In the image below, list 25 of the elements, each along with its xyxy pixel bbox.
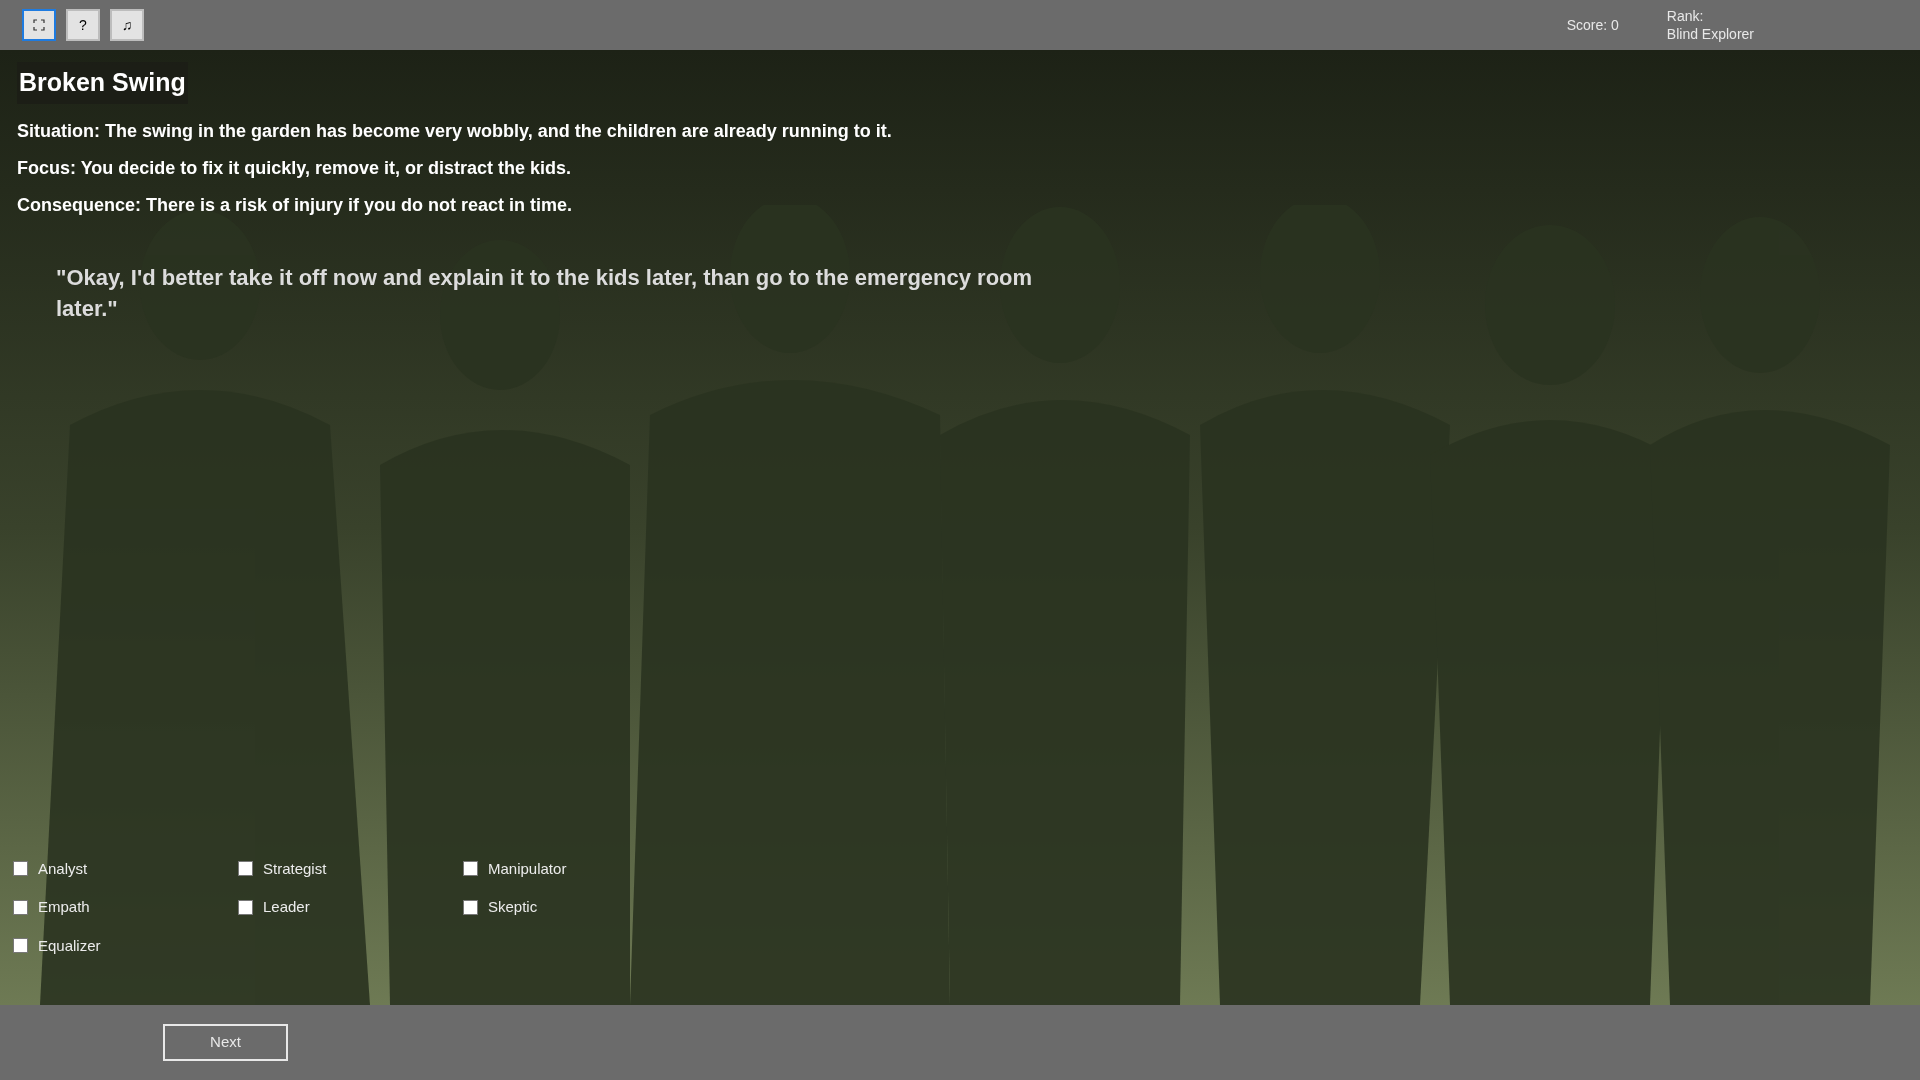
rank-value: Blind Explorer <box>1666 25 1754 43</box>
scenario-text: Consequence: There is a risk of injury if you do not react in time. <box>17 193 574 216</box>
checkbox-label: Analyst <box>38 858 88 879</box>
checkbox[interactable] <box>238 861 253 877</box>
next-button[interactable]: Next <box>163 1024 288 1061</box>
score-label: Score: 0 <box>1566 15 1619 35</box>
checkbox-label: Equalizer <box>38 935 101 956</box>
fullscreen-button[interactable] <box>22 9 56 41</box>
checkbox-label: Strategist <box>263 858 327 879</box>
checkbox[interactable] <box>463 861 478 877</box>
toolbar-button[interactable]: ? <box>66 9 100 41</box>
scenario-text: Focus: You decide to fix it quickly, remove it, or distract the kids. <box>17 156 573 179</box>
checkbox[interactable] <box>13 899 28 915</box>
checkbox-label: Leader <box>263 897 310 917</box>
fullscreen-icon <box>33 19 45 31</box>
checkbox-label: Skeptic <box>488 897 538 917</box>
quote-text: "Okay, I'd better take it off now and explain it to the kids later, than go to the emergency room later." <box>56 263 1034 323</box>
toolbar-button[interactable]: ♫ <box>110 9 144 41</box>
rank-label: Rank: <box>1666 7 1705 25</box>
scenario-text: Situation: The swing in the garden has become very wobbly, and the children are already running to it. <box>17 119 893 142</box>
checkbox[interactable] <box>13 861 28 877</box>
checkbox[interactable] <box>13 938 28 954</box>
scenario-title: Broken Swing <box>17 62 188 104</box>
checkbox-label: Manipulator <box>488 858 567 879</box>
checkbox-label: Empath <box>38 897 90 917</box>
